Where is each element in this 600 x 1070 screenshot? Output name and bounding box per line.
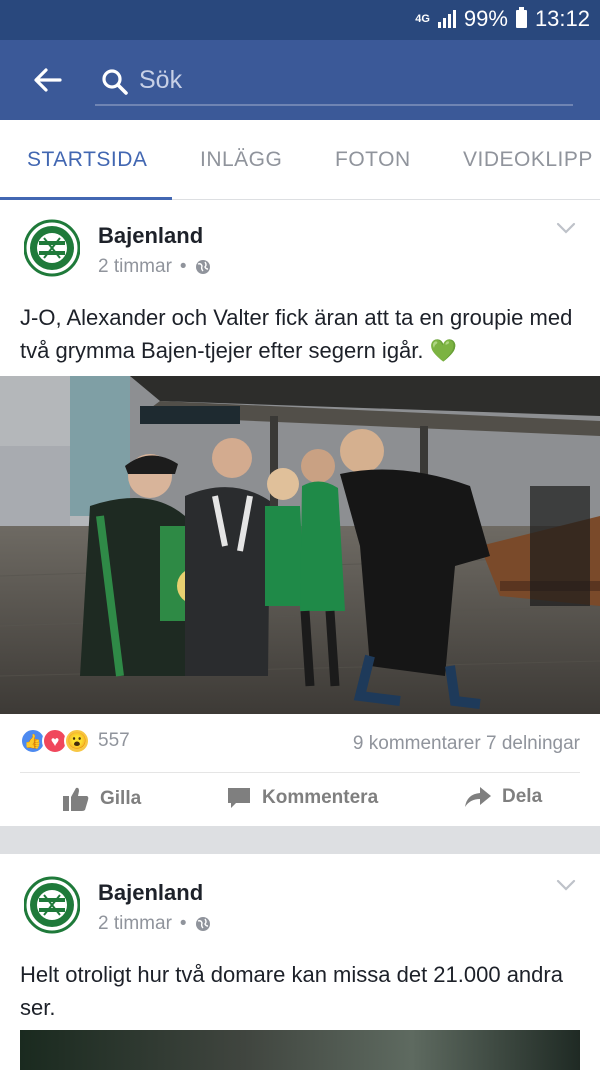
search-input[interactable] (139, 62, 559, 98)
share-icon (465, 787, 491, 807)
divider (20, 772, 580, 773)
post-text: Helt otroligt hur två domare kan missa d… (20, 962, 563, 1020)
thumbs-up-icon (63, 787, 89, 811)
feed-separator (0, 826, 600, 854)
globe-icon (195, 917, 210, 931)
chevron-down-icon[interactable] (556, 879, 576, 891)
avatar[interactable] (24, 216, 80, 280)
post-photo[interactable] (0, 376, 600, 714)
like-button[interactable]: Gilla (62, 786, 141, 812)
tab-foton[interactable]: FOTON (335, 148, 411, 172)
comments-shares-count[interactable]: 9 kommentarer 7 delningar (353, 733, 580, 755)
meta-separator: • (179, 256, 187, 277)
comment-label: Kommentera (262, 787, 379, 808)
back-arrow-icon[interactable] (30, 62, 66, 98)
globe-icon (195, 260, 210, 274)
page-tabs: STARTSIDA INLÄGG FOTON VIDEOKLIPP (0, 120, 600, 200)
post-time[interactable]: 2 timmar (98, 913, 172, 935)
search-icon (102, 69, 128, 95)
tab-startsida[interactable]: STARTSIDA (27, 148, 147, 172)
search-field[interactable] (95, 58, 573, 106)
battery-percent: 99% (463, 6, 508, 31)
avatar[interactable] (24, 873, 80, 937)
share-label: Dela (502, 786, 543, 807)
clock: 13:12 (534, 6, 590, 31)
reactions-summary[interactable]: 👍 ♥ 😮 557 (20, 728, 130, 754)
status-bar: 4G 99% 13:12 (0, 0, 600, 40)
comment-icon (228, 788, 250, 808)
tab-inlagg[interactable]: INLÄGG (200, 148, 282, 172)
tab-videoklipp[interactable]: VIDEOKLIPP (463, 148, 593, 172)
post-author[interactable]: Bajenland (98, 880, 203, 906)
battery-icon (515, 7, 527, 28)
wow-icon: 😮 (64, 728, 90, 754)
chevron-down-icon[interactable] (556, 222, 576, 234)
network-indicator: 4G (415, 12, 430, 25)
post-time[interactable]: 2 timmar (98, 256, 172, 278)
search-header (0, 40, 600, 120)
like-label: Gilla (100, 788, 142, 809)
share-button[interactable]: Dela (464, 786, 542, 808)
group-photo (0, 376, 600, 714)
signal-icon (437, 10, 456, 28)
reaction-count: 557 (98, 730, 130, 751)
post-text: J-O, Alexander och Valter fick äran att … (20, 305, 573, 363)
post-author[interactable]: Bajenland (98, 223, 203, 249)
comment-button[interactable]: Kommentera (226, 786, 378, 810)
meta-separator: • (179, 913, 187, 934)
post-meta: 2 timmar • (98, 913, 211, 935)
post-meta: 2 timmar • (98, 256, 211, 278)
post-media-preview[interactable] (20, 1030, 580, 1070)
